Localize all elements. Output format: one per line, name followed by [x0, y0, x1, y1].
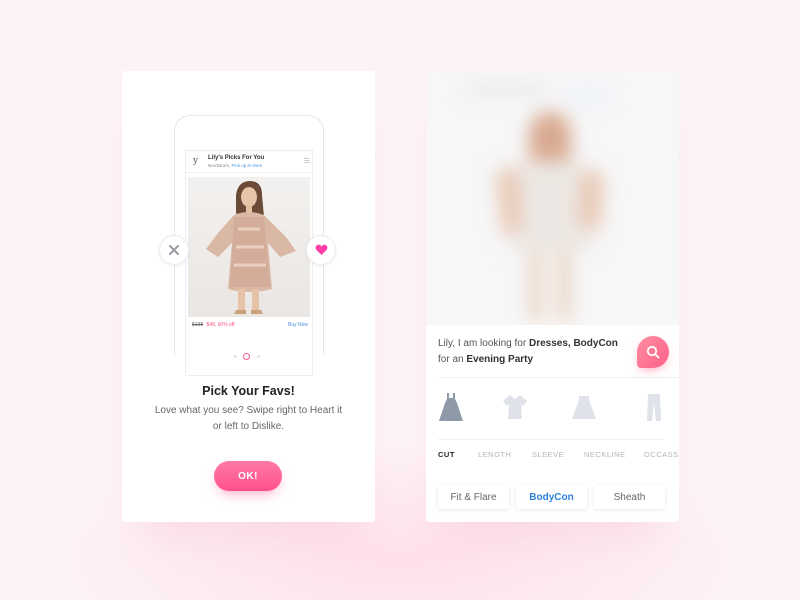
- chip-bodycon[interactable]: BodyCon: [516, 485, 587, 509]
- price-sale: $48, 60% off: [206, 322, 235, 328]
- ok-button[interactable]: OK!: [214, 461, 282, 491]
- dislike-button[interactable]: [159, 235, 189, 265]
- buy-now-link[interactable]: Buy Now: [288, 322, 308, 328]
- product-photo[interactable]: [188, 177, 310, 317]
- pants-icon[interactable]: [640, 391, 668, 423]
- top-icon[interactable]: [501, 391, 529, 423]
- model-illustration: [206, 181, 296, 314]
- onboarding-card: y Lily's Picks For You Nordstrom, Pick u…: [122, 71, 375, 522]
- query-occasion: Evening Party: [466, 354, 534, 365]
- pagination-dot-active[interactable]: [243, 353, 250, 360]
- search-query-text: Lily, I am looking for Dresses, BodyCon …: [438, 336, 628, 368]
- price-row: $138 $48, 60% off Buy Now: [192, 322, 308, 332]
- divider: [438, 439, 664, 440]
- query-prefix: Lily, I am looking for: [438, 338, 527, 349]
- hamburger-icon[interactable]: ☰: [304, 157, 310, 165]
- app-logo: y: [193, 156, 199, 166]
- background-glow: [0, 0, 800, 600]
- app-title: Lily's Picks For You: [208, 155, 265, 161]
- blurred-product-image: [426, 71, 679, 325]
- chip-sheath[interactable]: Sheath: [594, 485, 665, 509]
- app-subtitle: Nordstrom, Pick up in store: [208, 163, 262, 168]
- dress-icon[interactable]: [437, 391, 465, 423]
- query-middle: for an: [438, 354, 464, 365]
- pagination-dots: [234, 353, 264, 361]
- chip-fit-and-flare[interactable]: Fit & Flare: [438, 485, 509, 509]
- onboarding-title: Pick Your Favs!: [202, 384, 295, 398]
- tab-occasion[interactable]: OCCASSION: [644, 450, 679, 459]
- tab-length[interactable]: LENGTH: [478, 450, 511, 459]
- skirt-icon[interactable]: [570, 391, 598, 423]
- heart-icon: [315, 244, 327, 255]
- price-original: $138: [192, 322, 204, 328]
- blurred-model: [466, 85, 606, 321]
- phone-screen: y Lily's Picks For You Nordstrom, Pick u…: [185, 150, 314, 376]
- close-icon: [169, 245, 179, 255]
- phone-mockup: y Lily's Picks For You Nordstrom, Pick u…: [174, 115, 324, 376]
- blurred-content: [426, 71, 679, 325]
- search-card: Lily, I am looking for Dresses, BodyCon …: [426, 71, 679, 522]
- search-icon: [646, 345, 660, 359]
- query-category: Dresses, BodyCon: [528, 338, 618, 349]
- pagination-dot[interactable]: [257, 355, 260, 358]
- store-name: Nordstrom,: [208, 163, 231, 168]
- app-header: y Lily's Picks For You Nordstrom, Pick u…: [186, 151, 314, 173]
- onboarding-description: Love what you see? Swipe right to Heart …: [154, 405, 343, 432]
- pagination-dot[interactable]: [234, 355, 237, 358]
- pickup-link[interactable]: Pick up in store: [232, 163, 263, 168]
- divider: [438, 377, 679, 378]
- tab-cut[interactable]: CUT: [438, 450, 455, 459]
- tab-neckline[interactable]: NECKLINE: [584, 450, 626, 459]
- like-button[interactable]: [306, 235, 336, 265]
- attribute-tabs: CUT LENGTH SLEEVE NECKLINE OCCASSION: [438, 450, 679, 464]
- search-button[interactable]: [637, 336, 669, 368]
- tab-sleeve[interactable]: SLEEVE: [532, 450, 564, 459]
